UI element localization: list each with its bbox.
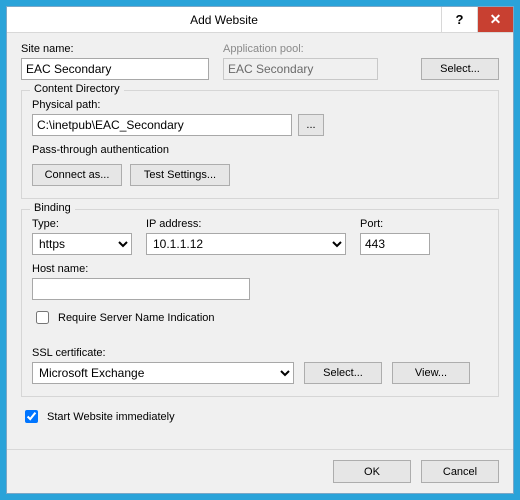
- port-label: Port:: [360, 218, 430, 230]
- host-name-input[interactable]: [32, 278, 250, 300]
- type-label: Type:: [32, 218, 132, 230]
- content-directory-legend: Content Directory: [30, 83, 124, 95]
- app-pool-label: Application pool:: [223, 43, 378, 55]
- app-pool-select-button[interactable]: Select...: [421, 58, 499, 80]
- connect-as-button[interactable]: Connect as...: [32, 164, 122, 186]
- browse-path-button[interactable]: ...: [298, 114, 324, 136]
- add-website-dialog: Add Website ? ✕ Site name: Application p…: [6, 6, 514, 494]
- physical-path-input[interactable]: [32, 114, 292, 136]
- close-button[interactable]: ✕: [477, 7, 513, 32]
- binding-group: Binding Type: https IP address: 10.1.1.1…: [21, 209, 499, 397]
- titlebar: Add Website ? ✕: [7, 7, 513, 33]
- physical-path-label: Physical path:: [32, 99, 488, 111]
- require-sni-label: Require Server Name Indication: [58, 312, 215, 324]
- app-pool-input: [223, 58, 378, 80]
- host-name-label: Host name:: [32, 263, 488, 275]
- help-button[interactable]: ?: [441, 7, 477, 32]
- port-input[interactable]: [360, 233, 430, 255]
- ip-select[interactable]: 10.1.1.12: [146, 233, 346, 255]
- require-sni-checkbox[interactable]: [36, 311, 49, 324]
- ssl-cert-select[interactable]: Microsoft Exchange: [32, 362, 294, 384]
- site-name-label: Site name:: [21, 43, 209, 55]
- passthrough-auth-label: Pass-through authentication: [32, 144, 488, 156]
- type-select[interactable]: https: [32, 233, 132, 255]
- dialog-body: Site name: Application pool: Select... C…: [7, 33, 513, 449]
- start-immediately-label: Start Website immediately: [47, 411, 175, 423]
- ip-label: IP address:: [146, 218, 346, 230]
- window-title: Add Website: [7, 7, 441, 32]
- start-immediately-checkbox[interactable]: [25, 410, 38, 423]
- content-directory-group: Content Directory Physical path: ... Pas…: [21, 90, 499, 199]
- ssl-cert-select-button[interactable]: Select...: [304, 362, 382, 384]
- ok-button[interactable]: OK: [333, 460, 411, 483]
- test-settings-button[interactable]: Test Settings...: [130, 164, 230, 186]
- cancel-button[interactable]: Cancel: [421, 460, 499, 483]
- site-name-input[interactable]: [21, 58, 209, 80]
- ssl-cert-view-button[interactable]: View...: [392, 362, 470, 384]
- dialog-footer: OK Cancel: [7, 449, 513, 493]
- binding-legend: Binding: [30, 202, 75, 214]
- ssl-cert-label: SSL certificate:: [32, 347, 488, 359]
